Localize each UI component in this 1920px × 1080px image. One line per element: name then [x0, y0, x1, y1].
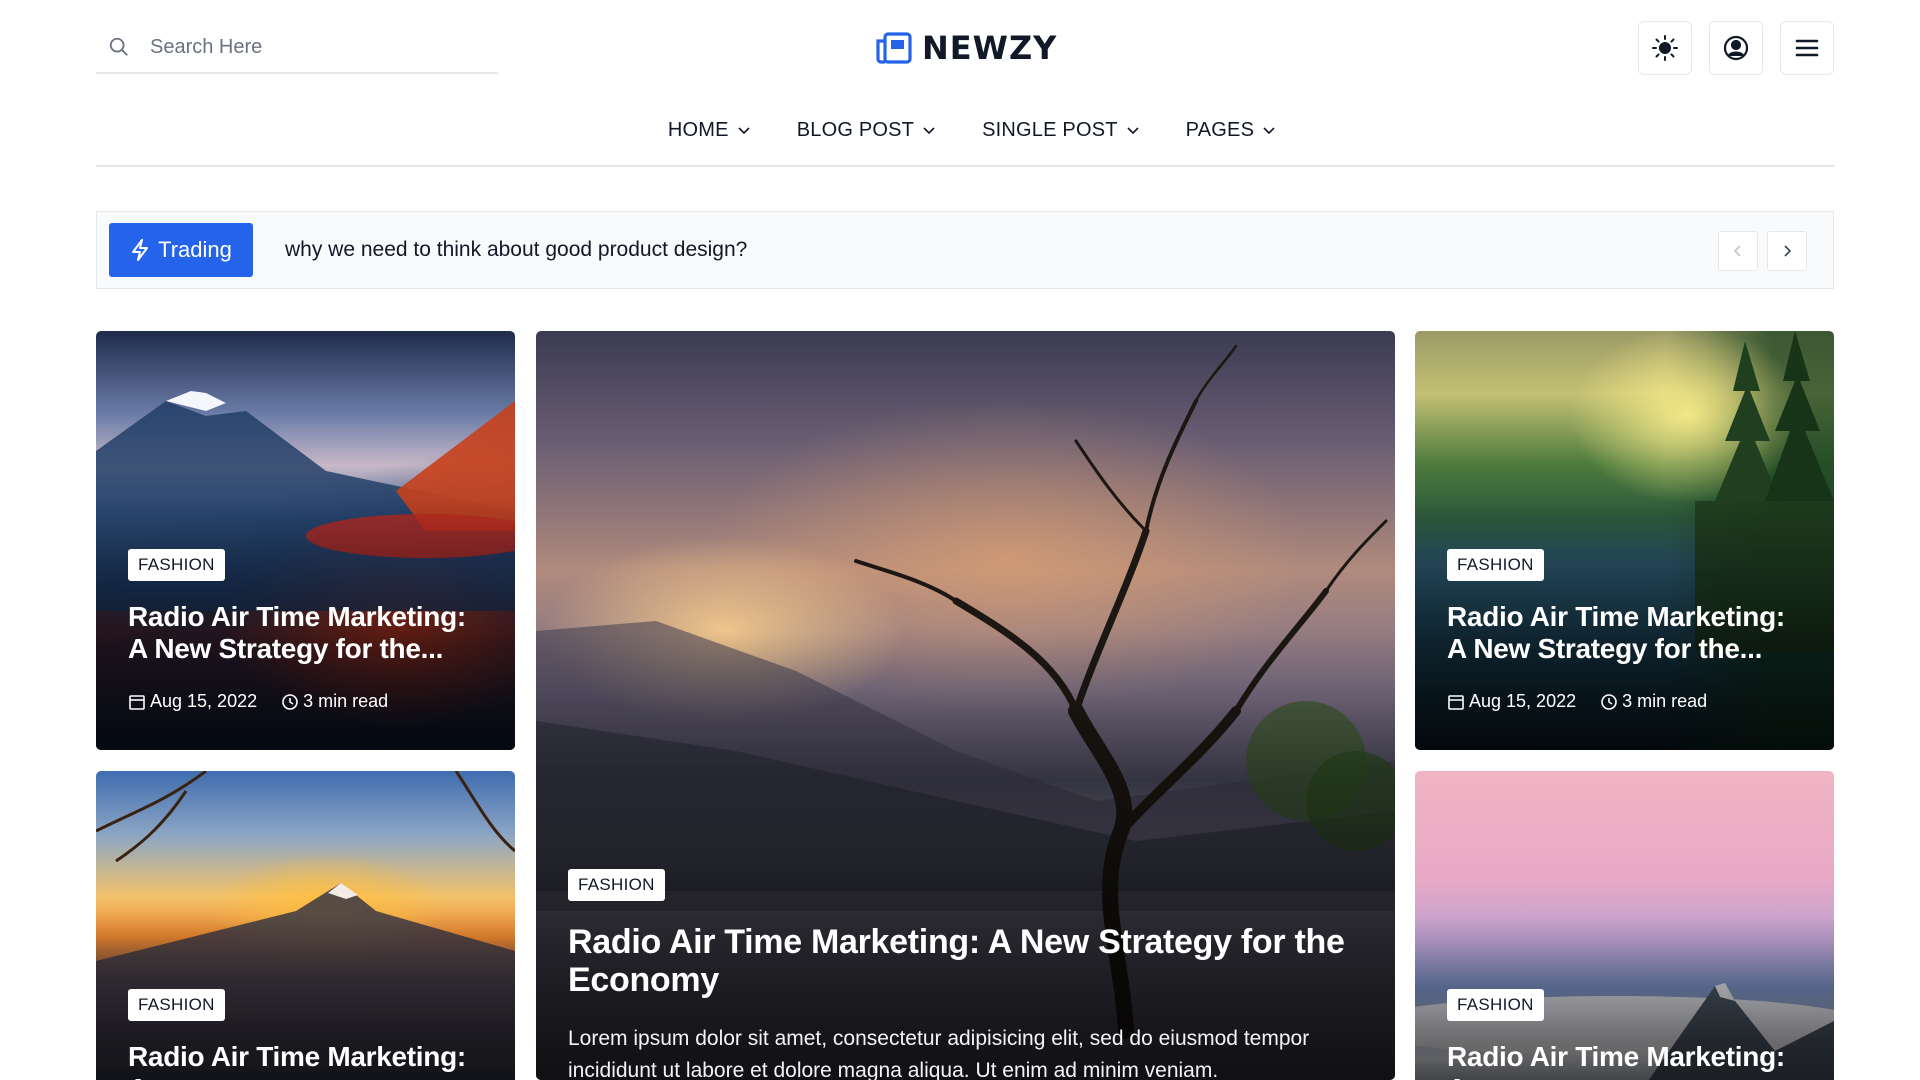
- post-title[interactable]: Radio Air Time Marketing: A: [128, 1041, 483, 1080]
- post-title[interactable]: Radio Air Time Marketing: A New Strategy…: [1447, 601, 1802, 665]
- read-time-text: 3 min read: [303, 691, 389, 711]
- ticker-prev-button[interactable]: [1718, 231, 1758, 271]
- menu-button[interactable]: [1780, 21, 1834, 75]
- chevron-down-icon: [1127, 127, 1139, 135]
- search-bar[interactable]: [96, 22, 498, 74]
- post-card[interactable]: FASHION Radio Air Time Marketing: A: [96, 771, 515, 1080]
- post-card[interactable]: FASHION Radio Air Time Marketing: A: [1415, 771, 1834, 1080]
- featured-post-card[interactable]: FASHION Radio Air Time Marketing: A New …: [536, 331, 1395, 1080]
- post-date: Aug 15, 2022: [1447, 691, 1576, 712]
- clock-icon: [282, 693, 298, 710]
- trending-badge[interactable]: Trading: [109, 223, 253, 277]
- account-button[interactable]: [1709, 21, 1763, 75]
- category-tag[interactable]: FASHION: [128, 989, 225, 1021]
- nav-item-home[interactable]: HOME: [668, 108, 751, 152]
- calendar-icon: [129, 694, 145, 710]
- logo[interactable]: NEWZY: [876, 28, 1057, 68]
- chevron-down-icon: [1263, 127, 1275, 135]
- post-title[interactable]: Radio Air Time Marketing: A: [1447, 1041, 1802, 1080]
- nav-label: SINGLE POST: [982, 118, 1118, 141]
- read-time: 3 min read: [281, 691, 388, 712]
- post-excerpt: Lorem ipsum dolor sit amet, consectetur …: [568, 1027, 1310, 1080]
- hamburger-icon: [1795, 39, 1819, 57]
- trending-badge-label: Trading: [158, 237, 232, 262]
- lightning-icon: [132, 239, 149, 261]
- logo-text: NEWZY: [922, 29, 1058, 67]
- post-title[interactable]: Radio Air Time Marketing: A New Strategy…: [568, 923, 1355, 999]
- chevron-right-icon: [1784, 245, 1792, 257]
- post-date: Aug 15, 2022: [128, 691, 257, 712]
- post-date-text: Aug 15, 2022: [1469, 691, 1577, 711]
- nav-divider: [96, 165, 1834, 167]
- read-time: 3 min read: [1600, 691, 1707, 712]
- nav-label: BLOG POST: [796, 118, 915, 141]
- nav-item-blog-post[interactable]: BLOG POST: [797, 108, 936, 152]
- post-card[interactable]: FASHION Radio Air Time Marketing: A New …: [96, 331, 515, 750]
- chevron-left-icon: [1733, 245, 1741, 257]
- post-date-text: Aug 15, 2022: [150, 691, 258, 711]
- main-nav: HOME BLOG POST SINGLE POST PAGES: [0, 108, 1920, 152]
- nav-label: PAGES: [1185, 118, 1255, 141]
- chevron-down-icon: [923, 127, 935, 135]
- clock-icon: [1601, 693, 1617, 710]
- nav-item-single-post[interactable]: SINGLE POST: [982, 108, 1140, 152]
- category-tag[interactable]: FASHION: [128, 549, 225, 581]
- search-input[interactable]: [150, 35, 470, 59]
- theme-toggle-button[interactable]: [1638, 21, 1692, 75]
- search-icon: [109, 37, 128, 56]
- post-title[interactable]: Radio Air Time Marketing: A New Strategy…: [128, 601, 483, 665]
- category-tag[interactable]: FASHION: [1447, 989, 1544, 1021]
- newspaper-icon: [876, 32, 912, 64]
- calendar-icon: [1448, 694, 1464, 710]
- category-tag[interactable]: FASHION: [1447, 549, 1544, 581]
- trending-ticker: Trading why we need to think about good …: [96, 211, 1834, 289]
- nav-item-pages[interactable]: PAGES: [1186, 108, 1276, 152]
- ticker-next-button[interactable]: [1767, 231, 1807, 271]
- ticker-headline[interactable]: why we need to think about good product …: [285, 238, 747, 262]
- post-card[interactable]: FASHION Radio Air Time Marketing: A New …: [1415, 331, 1834, 750]
- read-time-text: 3 min read: [1622, 691, 1708, 711]
- chevron-down-icon: [738, 127, 750, 135]
- category-tag[interactable]: FASHION: [568, 869, 665, 901]
- user-circle-icon: [1723, 35, 1749, 61]
- sun-icon: [1652, 35, 1678, 61]
- nav-label: HOME: [667, 118, 729, 141]
